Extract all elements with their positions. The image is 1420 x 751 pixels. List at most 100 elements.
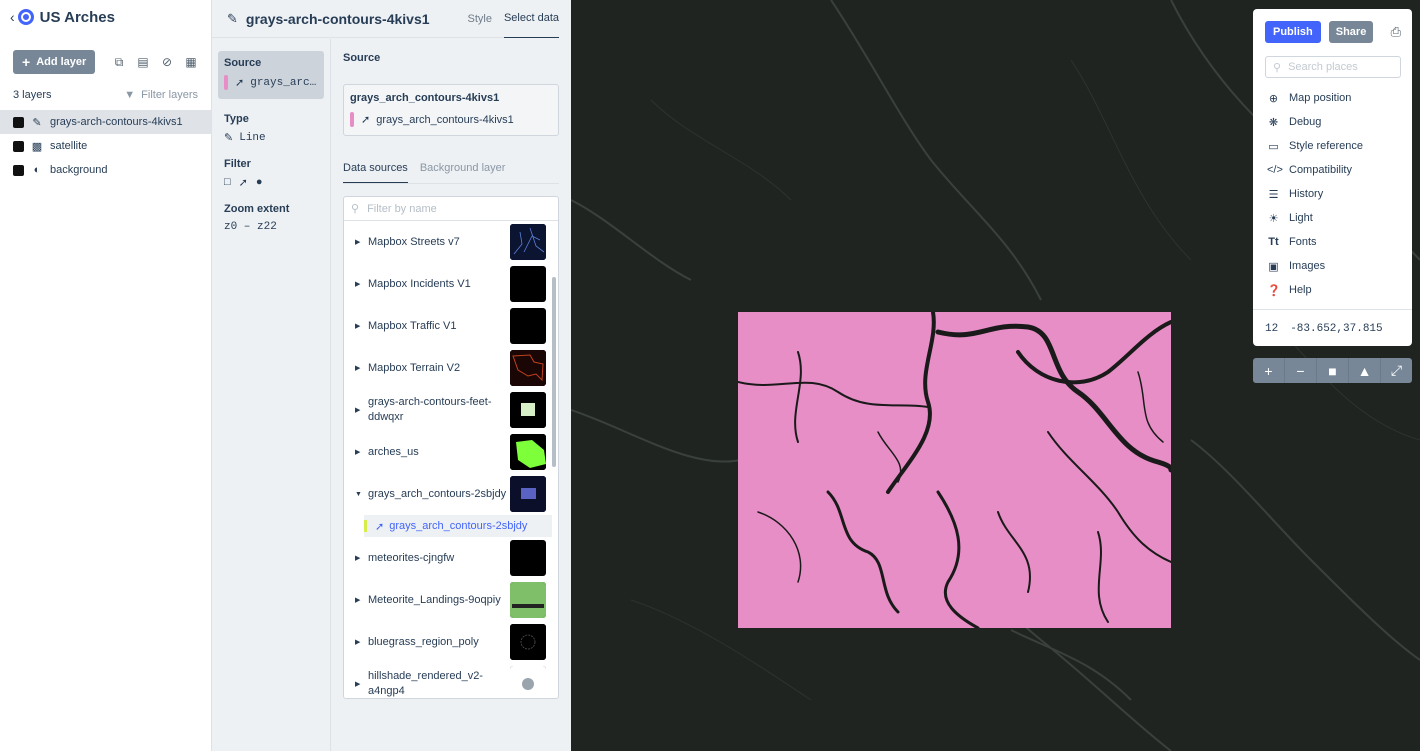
- line-icon: ➚: [238, 177, 248, 189]
- selected-source-card[interactable]: grays_arch_contours-4kivs1 ➚ grays_arch_…: [343, 84, 559, 136]
- source-item[interactable]: ▶ meteorites-cjngfw: [344, 537, 558, 579]
- layer-color-swatch: [13, 116, 24, 128]
- add-layer-label: Add layer: [36, 56, 87, 68]
- layer-count: 3 layers: [13, 89, 52, 101]
- layer-editor-panel: ✎ grays-arch-contours-4kivs1 Style Selec…: [212, 0, 571, 751]
- menu-item-images[interactable]: ▣ Images: [1253, 254, 1412, 278]
- print-icon[interactable]: ⎙: [1391, 24, 1401, 40]
- source-layer-item[interactable]: ➚ grays_arch_contours-2sbjdy: [364, 515, 552, 537]
- type-label: Type: [224, 113, 249, 125]
- selected-source-layer: grays_arch_contours-4kivs1: [376, 113, 514, 126]
- menu-item-fonts[interactable]: Tt Fonts: [1253, 230, 1412, 254]
- fullscreen-icon[interactable]: ⤢: [1381, 358, 1412, 383]
- source-layer-name: grays_arch_contours-2sbjdy: [389, 520, 528, 532]
- source-thumbnail: [510, 266, 546, 302]
- search-icon: ⚲: [351, 203, 360, 215]
- menu-item-debug[interactable]: ❋ Debug: [1253, 110, 1412, 134]
- source-item[interactable]: ▶ Mapbox Terrain V2: [344, 347, 558, 389]
- source-item-expanded[interactable]: ▼ grays_arch_contours-2sbjdy: [344, 473, 558, 515]
- source-value: grays_arc…: [250, 76, 317, 89]
- source-thumbnail: [510, 392, 546, 428]
- source-name: Mapbox Incidents V1: [368, 277, 471, 290]
- folder-icon[interactable]: ▤: [136, 55, 150, 70]
- bug-icon: ❋: [1268, 116, 1279, 129]
- source-item[interactable]: ▶ bluegrass_region_poly: [344, 621, 558, 663]
- tab-style[interactable]: Style: [455, 0, 503, 38]
- background-icon: ◐: [33, 164, 41, 176]
- style-title[interactable]: US Arches: [40, 9, 115, 26]
- layer-color-bar: [224, 75, 228, 90]
- publish-button[interactable]: Publish: [1265, 21, 1321, 43]
- source-filter-placeholder: Filter by name: [367, 202, 437, 215]
- point-icon: ●: [255, 176, 263, 188]
- tab-data-sources[interactable]: Data sources: [343, 158, 408, 183]
- source-property[interactable]: Source ➚ grays_arc…: [218, 51, 324, 99]
- zoom-in-icon[interactable]: +: [1253, 358, 1285, 383]
- hide-icon[interactable]: ⊘: [160, 55, 174, 70]
- source-thumbnail: [510, 308, 546, 344]
- source-item[interactable]: ▶ Mapbox Incidents V1: [344, 263, 558, 305]
- polygon-icon: □: [224, 176, 231, 188]
- menu-item-help[interactable]: ❓ Help: [1253, 278, 1412, 302]
- menu-label: History: [1289, 188, 1324, 200]
- filter-layers-button[interactable]: ▼ Filter layers: [124, 89, 198, 101]
- raster-icon: ▩: [31, 140, 43, 153]
- layer-item-background[interactable]: ◐ background: [0, 158, 211, 182]
- trash-icon[interactable]: ▦: [184, 55, 198, 70]
- light-icon: ☀: [1268, 212, 1279, 225]
- source-selector: Source grays_arch_contours-4kivs1 ➚ gray…: [343, 39, 559, 751]
- layer-item-satellite[interactable]: ▩ satellite: [0, 134, 211, 158]
- menu-item-history[interactable]: ☰ History: [1253, 182, 1412, 206]
- source-thumbnail: [510, 350, 546, 386]
- source-thumbnail: [510, 666, 546, 698]
- source-name: hillshade_rendered_v2-a4ngp4: [368, 670, 483, 697]
- chevron-left-icon[interactable]: ‹: [10, 9, 15, 25]
- source-item[interactable]: ▶ Meteorite_Landings-9oqpiy: [344, 579, 558, 621]
- menu-item-compatibility[interactable]: </> Compatibility: [1253, 158, 1412, 182]
- caret-right-icon: ▶: [355, 597, 361, 604]
- duplicate-icon[interactable]: ⧉: [112, 55, 126, 70]
- tab-select-data[interactable]: Select data: [503, 0, 559, 38]
- book-icon: ▭: [1268, 140, 1279, 153]
- pencil-icon: ✎: [224, 132, 234, 144]
- search-places-input[interactable]: ⚲ Search places: [1265, 56, 1401, 78]
- source-item[interactable]: ▶ Mapbox Streets v7: [344, 221, 558, 263]
- tab-background-layer[interactable]: Background layer: [420, 158, 506, 183]
- coordinates: -83.652,37.815: [1290, 322, 1383, 335]
- source-item[interactable]: ▶ Mapbox Traffic V1: [344, 305, 558, 347]
- menu-item-light[interactable]: ☀ Light: [1253, 206, 1412, 230]
- zoom-out-icon[interactable]: −: [1285, 358, 1317, 383]
- type-property[interactable]: Type ✎ Line: [212, 113, 330, 144]
- compass-icon[interactable]: ▲: [1349, 358, 1381, 383]
- source-thumbnail: [510, 476, 546, 512]
- source-thumbnail: [510, 434, 546, 470]
- search-places-placeholder: Search places: [1288, 61, 1358, 73]
- menu-item-map-position[interactable]: ⊕ Map position: [1253, 86, 1412, 110]
- source-item[interactable]: ▶ hillshade_rendered_v2-a4ngp4: [344, 663, 558, 698]
- app-header: ‹ US Arches: [0, 0, 211, 34]
- editor-header: ✎ grays-arch-contours-4kivs1 Style Selec…: [212, 0, 559, 38]
- source-name: bluegrass_region_poly: [368, 635, 479, 648]
- editor-layer-title[interactable]: grays-arch-contours-4kivs1: [246, 11, 430, 27]
- layer-item-grays-arch-contours[interactable]: ✎ grays-arch-contours-4kivs1: [0, 110, 211, 134]
- menu-label: Help: [1289, 284, 1312, 296]
- source-list-scrollbar[interactable]: [552, 277, 556, 467]
- source-filter-input[interactable]: ⚲ Filter by name: [344, 197, 558, 221]
- share-button[interactable]: Share: [1328, 21, 1374, 43]
- menu-item-style-reference[interactable]: ▭ Style reference: [1253, 134, 1412, 158]
- source-name: meteorites-cjngfw: [368, 551, 455, 564]
- caret-right-icon: ▶: [355, 239, 361, 246]
- property-column: Source ➚ grays_arc… Type ✎ Line Filter □…: [212, 39, 331, 751]
- source-name: Meteorite_Landings-9oqpiy: [368, 593, 501, 606]
- layer-name: background: [50, 164, 108, 176]
- add-layer-button[interactable]: + Add layer: [13, 50, 96, 74]
- source-item[interactable]: ▶ arches_us: [344, 431, 558, 473]
- source-thumbnail: [510, 582, 546, 618]
- source-thumbnail: [510, 624, 546, 660]
- lock-icon[interactable]: ■: [1317, 358, 1349, 383]
- filter-property[interactable]: Filter □ ➚ ●: [212, 158, 330, 189]
- layers-toolbar: + Add layer ⧉ ▤ ⊘ ▦: [0, 34, 211, 80]
- zoom-extent-label: Zoom extent: [224, 203, 290, 215]
- source-item[interactable]: ▶ grays-arch-contours-feet-ddwqxr: [344, 389, 558, 431]
- zoom-extent-property[interactable]: Zoom extent z0 – z22: [212, 203, 330, 233]
